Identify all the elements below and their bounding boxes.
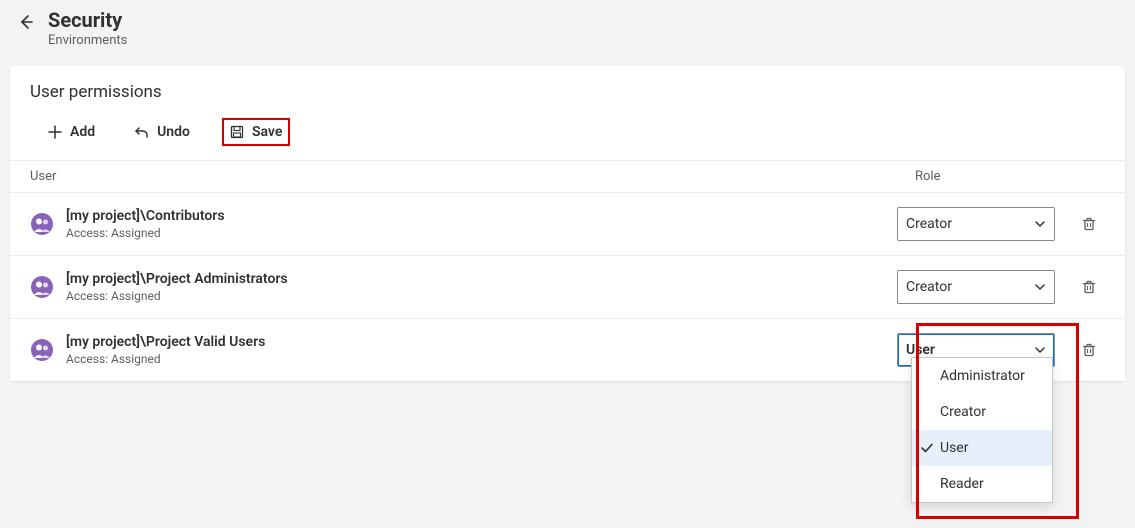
group-avatar-icon [30, 212, 54, 236]
permissions-panel: User permissions Add Undo Save User Role… [10, 66, 1125, 381]
plus-icon [48, 125, 62, 139]
permission-row: [my project]\Contributors Access: Assign… [10, 193, 1125, 256]
role-option-reader[interactable]: Reader [912, 466, 1052, 502]
identity-name: [my project]\Project Valid Users [66, 333, 897, 351]
role-option-user[interactable]: User [912, 430, 1052, 466]
column-header-user: User [30, 169, 915, 184]
role-select-value: User [906, 342, 935, 358]
role-dropdown: Administrator Creator User Reader [911, 357, 1053, 503]
role-option-label: User [940, 440, 968, 456]
delete-button[interactable] [1073, 334, 1105, 366]
save-button[interactable]: Save [222, 118, 290, 146]
arrow-left-icon [18, 14, 34, 30]
trash-icon [1081, 279, 1097, 295]
undo-button[interactable]: Undo [127, 118, 198, 146]
permission-row: [my project]\Project Valid Users Access:… [10, 319, 1125, 381]
column-header-role: Role [915, 169, 1065, 184]
identity-access: Access: Assigned [66, 288, 897, 304]
panel-title: User permissions [10, 66, 1125, 110]
identity-access: Access: Assigned [66, 225, 897, 241]
add-button[interactable]: Add [40, 118, 103, 146]
page-title: Security [48, 8, 127, 32]
grid-header: User Role [10, 160, 1125, 193]
group-avatar-icon [30, 275, 54, 299]
page-subtitle: Environments [48, 32, 127, 50]
save-icon [230, 125, 244, 139]
permission-row: [my project]\Project Administrators Acce… [10, 256, 1125, 319]
identity-access: Access: Assigned [66, 351, 897, 367]
chevron-down-icon [1034, 344, 1046, 356]
role-option-label: Reader [940, 476, 984, 492]
check-icon [920, 441, 934, 455]
role-select[interactable]: Creator [897, 270, 1055, 304]
chevron-down-icon [1034, 281, 1046, 293]
save-label: Save [252, 124, 282, 140]
page-header: Security Environments [0, 0, 1135, 54]
back-arrow-button[interactable] [16, 12, 36, 32]
delete-button[interactable] [1073, 208, 1105, 240]
role-select[interactable]: Creator [897, 207, 1055, 241]
group-avatar-icon [30, 338, 54, 362]
undo-label: Undo [157, 124, 190, 140]
chevron-down-icon [1034, 218, 1046, 230]
identity-name: [my project]\Contributors [66, 207, 897, 225]
trash-icon [1081, 216, 1097, 232]
role-select-value: Creator [906, 216, 952, 232]
identity-name: [my project]\Project Administrators [66, 270, 897, 288]
add-label: Add [70, 124, 95, 140]
role-option-administrator[interactable]: Administrator [912, 358, 1052, 394]
toolbar: Add Undo Save [10, 110, 1125, 160]
delete-button[interactable] [1073, 271, 1105, 303]
role-option-creator[interactable]: Creator [912, 394, 1052, 430]
undo-icon [135, 125, 149, 139]
role-option-label: Creator [940, 404, 986, 420]
role-option-label: Administrator [940, 368, 1025, 384]
trash-icon [1081, 342, 1097, 358]
role-select-value: Creator [906, 279, 952, 295]
